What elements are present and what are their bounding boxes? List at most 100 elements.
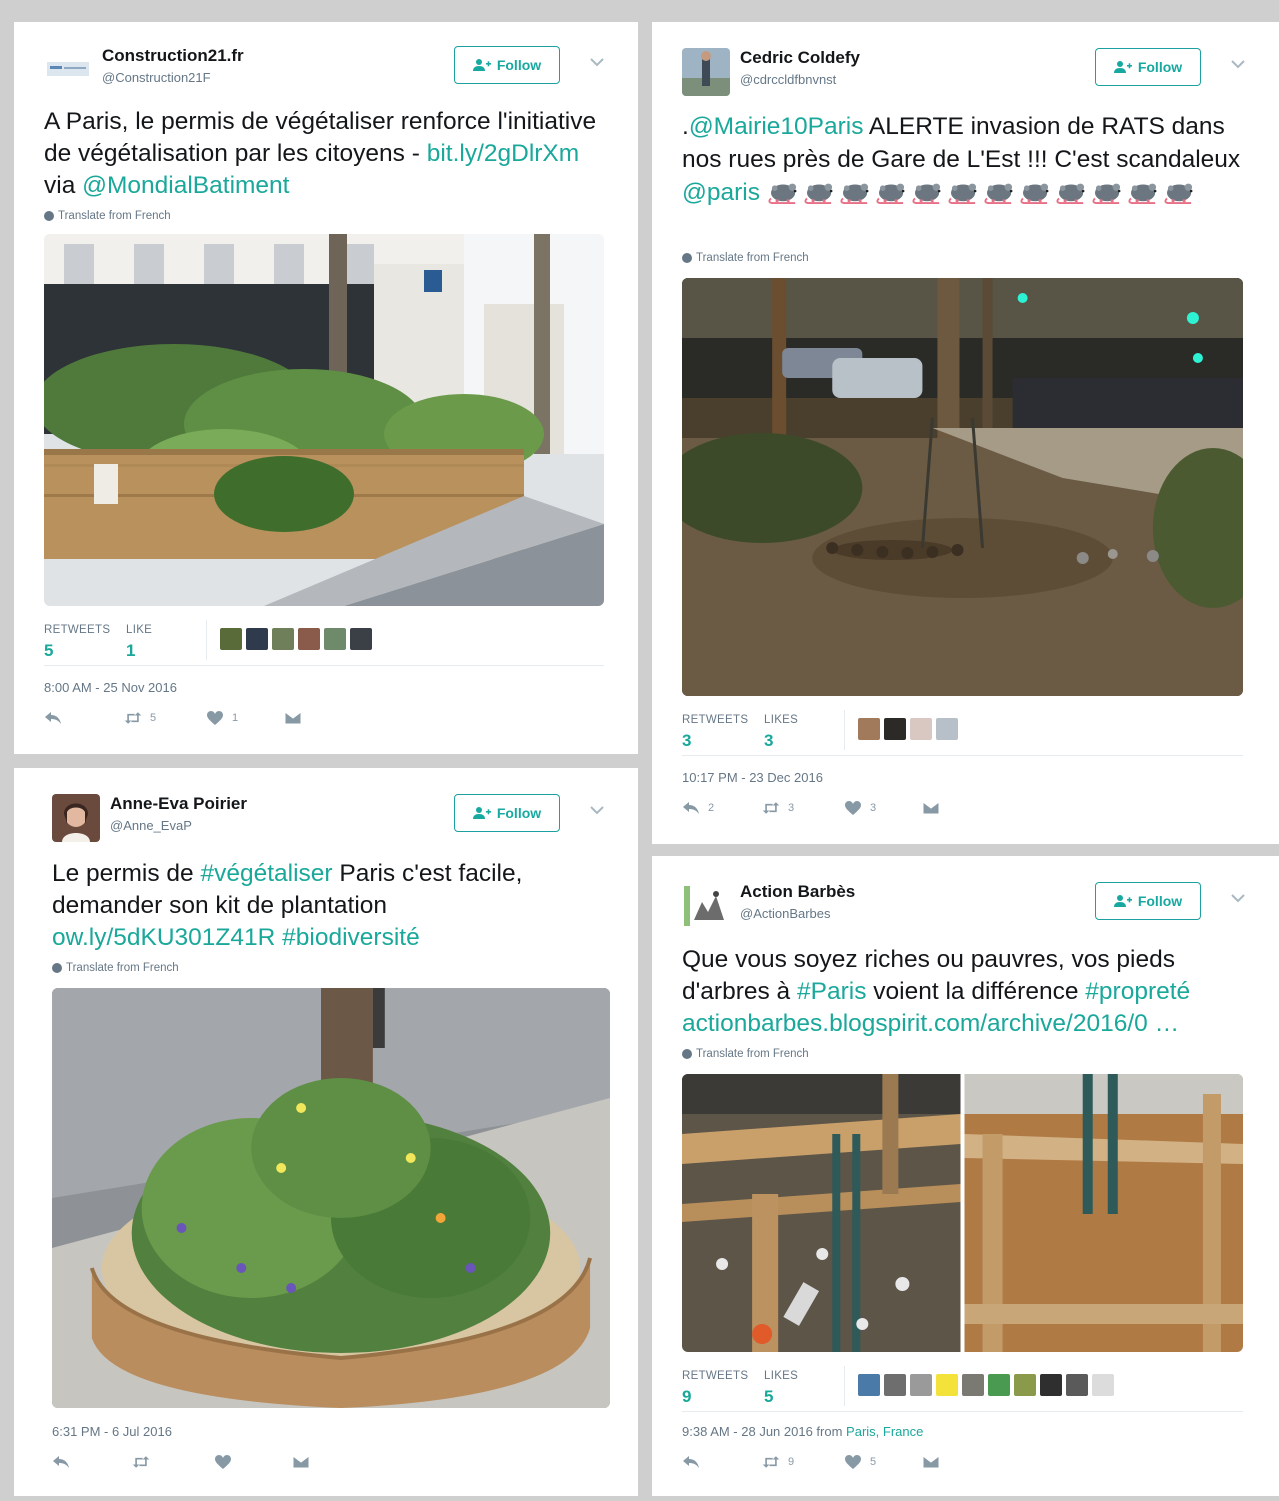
retweets-stat[interactable]: RETWEETS 3 <box>682 714 748 751</box>
mention-link[interactable]: @Mairie10Paris <box>689 113 864 140</box>
retweets-stat[interactable]: RETWEETS 5 <box>44 624 110 661</box>
follow-button[interactable]: Follow <box>1095 882 1201 920</box>
tweet-text-segment: Le permis de <box>52 860 201 887</box>
avatar[interactable] <box>44 46 92 94</box>
chevron-down-icon[interactable] <box>586 802 608 818</box>
mention-link[interactable]: @MondialBatiment <box>82 172 289 199</box>
avatar[interactable] <box>682 882 730 930</box>
user-handle[interactable]: @cdrccldfbnvnst <box>740 72 836 87</box>
likes-count: 3 <box>764 731 774 750</box>
tweet-timestamp[interactable]: 10:17 PM - 23 Dec 2016 <box>682 770 823 785</box>
retweet-button[interactable] <box>132 1454 214 1470</box>
avatar[interactable] <box>858 718 880 740</box>
avatar[interactable] <box>246 628 268 650</box>
avatar[interactable] <box>52 794 100 842</box>
reply-button[interactable] <box>52 1454 132 1470</box>
translate-link[interactable]: Translate from French <box>682 1048 809 1060</box>
retweet-button[interactable]: 9 <box>762 1454 844 1470</box>
direct-message-button[interactable] <box>922 1454 940 1470</box>
chevron-down-icon[interactable] <box>1227 56 1249 72</box>
avatar[interactable] <box>936 1374 958 1396</box>
tweet-photo-tree-planter[interactable] <box>52 988 610 1408</box>
user-handle[interactable]: @Construction21F <box>102 70 211 85</box>
liker-avatars <box>858 718 958 740</box>
user-handle[interactable]: @Anne_EvaP <box>110 818 192 833</box>
like-count: 3 <box>870 802 877 814</box>
avatar[interactable] <box>298 628 320 650</box>
chevron-down-icon[interactable] <box>1227 890 1249 906</box>
location-link[interactable]: Paris, France <box>846 1424 923 1439</box>
retweet-button[interactable]: 3 <box>762 800 844 816</box>
tweet-link[interactable]: actionbarbes.blogspirit.com/archive/2016… <box>682 1010 1179 1037</box>
follow-person-icon <box>1114 894 1132 908</box>
retweet-icon <box>132 1454 150 1470</box>
avatar[interactable] <box>910 718 932 740</box>
avatar[interactable] <box>1092 1374 1114 1396</box>
avatar[interactable] <box>910 1374 932 1396</box>
translate-label: Translate from French <box>696 1048 809 1060</box>
reply-button[interactable]: 2 <box>682 800 762 816</box>
timestamp-text: 9:38 AM - 28 Jun 2016 from <box>682 1424 847 1439</box>
likes-stat[interactable]: LIKE 1 <box>126 624 152 661</box>
retweets-stat[interactable]: RETWEETS 9 <box>682 1370 748 1407</box>
follow-button[interactable]: Follow <box>454 794 560 832</box>
tweet-photo-night-street-rats[interactable] <box>682 278 1243 696</box>
tweet-timestamp[interactable]: 8:00 AM - 25 Nov 2016 <box>44 680 177 695</box>
display-name[interactable]: Action Barbès <box>740 882 855 902</box>
avatar[interactable] <box>220 628 242 650</box>
like-button[interactable]: 3 <box>844 800 922 816</box>
avatar[interactable] <box>682 48 730 96</box>
tweet-photo-street-garden[interactable] <box>44 234 604 606</box>
tweet-text-segment: via <box>44 172 83 199</box>
tweet-card-action-barbes: Action Barbès @ActionBarbes Follow Que v… <box>652 856 1279 1496</box>
tweet-link[interactable]: bit.ly/2gDlrXm <box>427 140 579 167</box>
retweets-count: 9 <box>682 1387 692 1406</box>
avatar[interactable] <box>936 718 958 740</box>
follow-button[interactable]: Follow <box>454 46 560 84</box>
display-name[interactable]: Anne-Eva Poirier <box>110 794 247 814</box>
direct-message-button[interactable] <box>284 710 302 726</box>
likes-stat[interactable]: LIKES 5 <box>764 1370 798 1407</box>
avatar[interactable] <box>962 1374 984 1396</box>
like-button[interactable] <box>214 1454 292 1470</box>
likes-stat[interactable]: LIKES 3 <box>764 714 798 751</box>
avatar[interactable] <box>884 718 906 740</box>
avatar[interactable] <box>1014 1374 1036 1396</box>
likes-label: LIKES <box>764 1370 799 1382</box>
avatar[interactable] <box>858 1374 880 1396</box>
hashtag-link[interactable]: #Paris <box>797 978 866 1005</box>
tweet-link[interactable]: ow.ly/5dKU301Z41R <box>52 924 275 951</box>
user-handle[interactable]: @ActionBarbes <box>740 906 831 921</box>
avatar[interactable] <box>1040 1374 1062 1396</box>
hashtag-link[interactable]: #propreté <box>1085 978 1190 1005</box>
follow-button[interactable]: Follow <box>1095 48 1201 86</box>
tweet-photo-pair-tree-pits[interactable] <box>682 1074 1243 1352</box>
retweet-button[interactable]: 5 <box>124 710 206 726</box>
tweet-timestamp[interactable]: 9:38 AM - 28 Jun 2016 from Paris, France <box>682 1424 923 1439</box>
avatar[interactable] <box>350 628 372 650</box>
direct-message-button[interactable] <box>292 1454 310 1470</box>
like-button[interactable]: 1 <box>206 710 284 726</box>
avatar[interactable] <box>884 1374 906 1396</box>
tweet-timestamp[interactable]: 6:31 PM - 6 Jul 2016 <box>52 1424 172 1439</box>
display-name[interactable]: Construction21.fr <box>102 46 244 66</box>
avatar[interactable] <box>324 628 346 650</box>
reply-button[interactable] <box>44 710 124 726</box>
hashtag-link[interactable]: #végétaliser <box>200 860 332 887</box>
hashtag-link[interactable]: #biodiversité <box>282 924 420 951</box>
translate-link[interactable]: Translate from French <box>682 252 809 264</box>
rat-emoji-icon <box>911 178 945 204</box>
retweets-label: RETWEETS <box>44 624 111 636</box>
avatar[interactable] <box>272 628 294 650</box>
translate-link[interactable]: Translate from French <box>44 210 171 222</box>
reply-button[interactable] <box>682 1454 762 1470</box>
translate-link[interactable]: Translate from French <box>52 962 179 974</box>
mention-link[interactable]: @paris <box>682 179 760 206</box>
chevron-down-icon[interactable] <box>586 54 608 70</box>
display-name[interactable]: Cedric Coldefy <box>740 48 860 68</box>
direct-message-button[interactable] <box>922 800 940 816</box>
like-button[interactable]: 5 <box>844 1454 922 1470</box>
avatar[interactable] <box>1066 1374 1088 1396</box>
dm-icon <box>922 800 940 816</box>
avatar[interactable] <box>988 1374 1010 1396</box>
